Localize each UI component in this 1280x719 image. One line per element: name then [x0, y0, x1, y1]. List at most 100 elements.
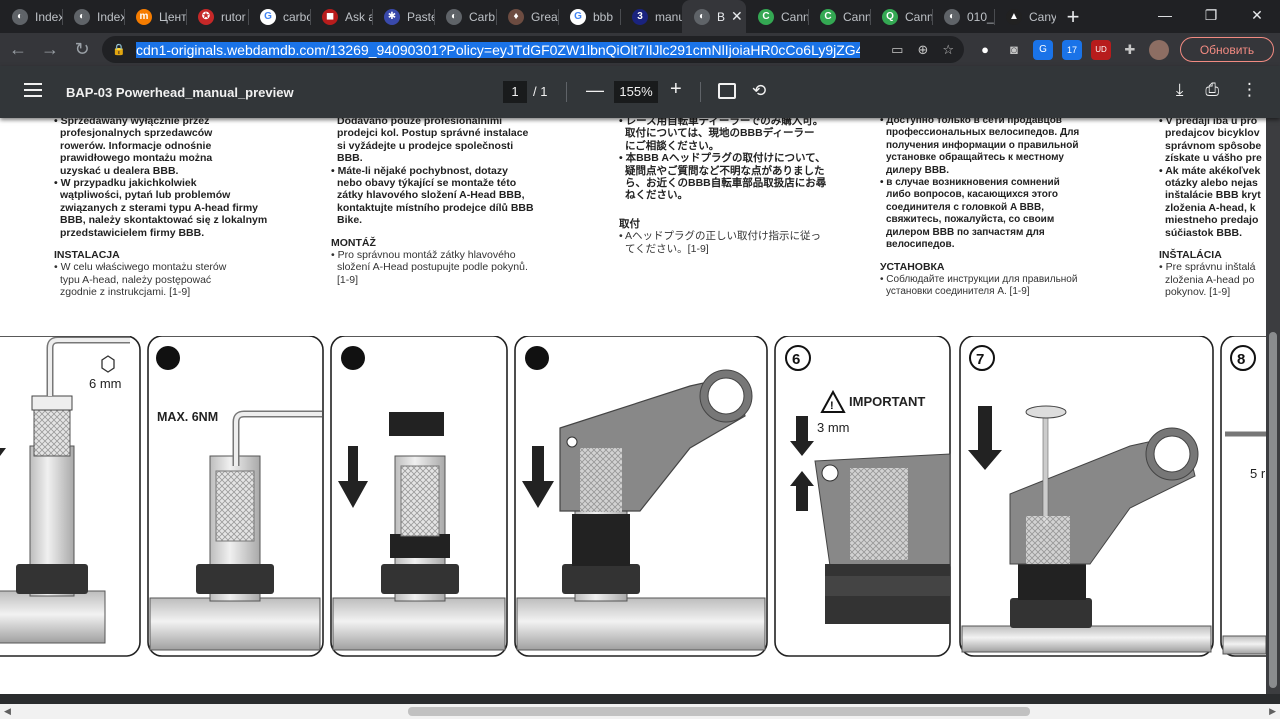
text-column-slovak: • V predaji iba u pro predajcov bicyklov…	[1159, 118, 1266, 299]
text-line: • Aヘッドプラグの正しい取付け指示に従っ	[619, 230, 822, 243]
tab-favicon-icon: ◐	[446, 8, 462, 25]
edge-label: 5 r	[1250, 466, 1266, 481]
url-text[interactable]: cdn1-originals.webdamdb.com/13269_940903…	[136, 41, 860, 58]
cast-icon[interactable]: ▭	[891, 42, 903, 58]
text-line: велосипедов.	[886, 239, 955, 251]
scroll-left-icon[interactable]: ◀	[4, 706, 11, 717]
text-line: • Соблюдайте инструкции для правильной	[880, 273, 1078, 285]
text-line: ねください。	[625, 189, 688, 202]
download-icon[interactable]: ⤓	[1176, 80, 1184, 100]
installation-steps-illustration: 6 mm MAX. 6NM 6 ! IMPORTANT 3 mm 7 8 5 r	[0, 336, 1266, 657]
browser-tab[interactable]: ▲ Cany	[994, 0, 1056, 33]
menu-icon[interactable]	[24, 83, 42, 97]
text-line: prodejci kol. Postup správné instalace	[337, 127, 529, 140]
translate-icon[interactable]: G	[1033, 39, 1053, 60]
vertical-scrollbar[interactable]	[1266, 118, 1280, 694]
minimize-icon[interactable]: —	[1142, 0, 1188, 30]
hex-size-label: 6 mm	[89, 376, 122, 391]
ublock-icon[interactable]: UD	[1091, 39, 1111, 60]
document-title: BAP-03 Powerhead_manual_preview	[66, 85, 294, 100]
tab-title: Paste	[407, 9, 434, 24]
text-line: ら、お近くのBBB自転車部品取扱店にお尋	[625, 177, 827, 190]
profile-avatar[interactable]	[1149, 39, 1169, 60]
browser-tab[interactable]: ✪ rutor	[186, 0, 248, 33]
calendar-icon[interactable]: 17	[1062, 39, 1082, 60]
zoom-level-input[interactable]: 155%	[614, 81, 658, 103]
text-line: wątpliwości, pytań lub problemów	[60, 189, 231, 202]
text-line: prawidłowego montażu można	[60, 152, 213, 165]
browser-tab[interactable]: Q Cann	[870, 0, 932, 33]
forward-icon[interactable]: →	[36, 36, 64, 64]
browser-tab[interactable]: ◐ Index	[62, 0, 124, 33]
url-selected: cdn1-originals.webdamdb.com/13269_940903…	[136, 41, 860, 58]
zoom-icon[interactable]: ⊕	[917, 42, 928, 58]
text-line: • V predaji iba u pro	[1159, 118, 1258, 127]
text-column-japanese: • レース用自転車ディーラーでのみ購入可。 取付については、現地のBBBディーラ…	[619, 118, 839, 255]
text-line: 疑問点やご質問など不明な点がありました	[625, 164, 825, 177]
text-line: • Pro správnou montáž zátky hlavového	[331, 249, 516, 262]
bookmark-star-icon[interactable]: ☆	[942, 42, 954, 58]
reload-icon[interactable]: ↻	[68, 36, 96, 64]
browser-tab[interactable]: C Cann	[746, 0, 808, 33]
browser-tab[interactable]: C Cann	[808, 0, 870, 33]
text-column-czech: Dodáváno pouze profesionálními prodejci …	[331, 118, 581, 286]
browser-tab[interactable]: m Цент	[124, 0, 186, 33]
text-line: либо вопросов, касающихся этого	[886, 189, 1059, 201]
tab-favicon-icon: Q	[882, 8, 898, 25]
tab-favicon-icon: G	[570, 8, 586, 25]
section-heading: УСТАНОВКА	[880, 261, 945, 274]
text-line: súčiastok BBB.	[1165, 226, 1243, 239]
section-heading: MONTÁŽ	[331, 236, 376, 249]
more-options-icon[interactable]: ⋮	[1241, 80, 1258, 100]
zoom-in-icon[interactable]: +	[670, 78, 682, 101]
camera-icon[interactable]: ◙	[1004, 40, 1024, 60]
text-line: zgodnie z instrukcjami. [1-9]	[60, 286, 191, 299]
zoom-out-icon[interactable]: —	[586, 80, 604, 101]
close-tab-icon[interactable]: ✕	[731, 8, 743, 25]
browser-tab[interactable]: ◼ Ask a	[310, 0, 372, 33]
text-line: zloženia A-head, k	[1165, 201, 1256, 214]
rotate-icon[interactable]: ⟲	[752, 81, 766, 101]
browser-tab[interactable]: ◐ B ✕	[682, 0, 746, 33]
text-line: • в случае возникновения сомнений	[880, 177, 1060, 189]
extensions-puzzle-icon[interactable]: ✚	[1120, 40, 1140, 60]
browser-tab[interactable]: ✱ Paste	[372, 0, 434, 33]
close-window-icon[interactable]: ✕	[1234, 0, 1280, 30]
new-tab-icon[interactable]: +	[1056, 0, 1090, 33]
horizontal-scrollbar[interactable]: ◀ ▶	[0, 704, 1280, 719]
address-bar[interactable]: 🔒 cdn1-originals.webdamdb.com/13269_9409…	[102, 36, 964, 63]
text-line: BBB, należy skontaktować się z lokalnym	[60, 214, 268, 227]
text-line: przedstawicielem firmy BBB.	[60, 226, 205, 239]
back-icon[interactable]: ←	[4, 36, 32, 64]
text-line: • W przypadku jakichkolwiek	[54, 177, 197, 190]
text-line: • Ak máte akékoľvek	[1159, 164, 1261, 177]
step-panel-7: 7	[959, 336, 1214, 657]
record-icon[interactable]: ●	[975, 40, 995, 60]
text-line: • Sprzedawany wyłącznie przez	[54, 118, 210, 127]
maximize-icon[interactable]: ❐	[1188, 0, 1234, 30]
browser-tab[interactable]: Gcarbo	[248, 0, 310, 33]
lock-icon[interactable]: 🔒	[112, 43, 126, 57]
page-number-input[interactable]: 1	[503, 81, 527, 103]
gap-label: 3 mm	[817, 420, 850, 435]
scroll-thumb[interactable]	[1269, 332, 1277, 688]
browser-tab[interactable]: ◐ Carb	[434, 0, 496, 33]
browser-tab[interactable]: ◐ Index	[0, 0, 62, 33]
fit-page-icon[interactable]	[718, 83, 736, 99]
tab-favicon-icon: ♦	[508, 8, 524, 25]
browser-tab[interactable]: Gbbb	[558, 0, 620, 33]
pdf-toolbar: BAP-03 Powerhead_manual_preview 1 / 1 — …	[0, 66, 1280, 118]
scroll-right-icon[interactable]: ▶	[1269, 706, 1276, 717]
update-button[interactable]: Обновить	[1180, 37, 1274, 62]
pdf-viewport[interactable]: • Sprzedawany wyłącznie przez profesjona…	[0, 118, 1266, 694]
browser-tab[interactable]: ◐ 010_	[932, 0, 994, 33]
browser-toolbar: ← → ↻ 🔒 cdn1-originals.webdamdb.com/1326…	[0, 33, 1280, 66]
print-icon[interactable]: ⎙	[1205, 80, 1219, 100]
browser-tab[interactable]: ♦ Great	[496, 0, 558, 33]
scroll-thumb[interactable]	[408, 707, 1030, 716]
svg-text:!: !	[830, 400, 834, 412]
browser-tab[interactable]: 3 manu	[620, 0, 682, 33]
tab-strip: ◐ Index ◐ Index m Цент ✪ rutor Gcarbo ◼ Ask a ✱ Past…	[0, 0, 1280, 33]
tab-favicon-icon: m	[136, 8, 152, 25]
text-line: složení A-Head postupujte podle pokynů.	[337, 261, 528, 274]
